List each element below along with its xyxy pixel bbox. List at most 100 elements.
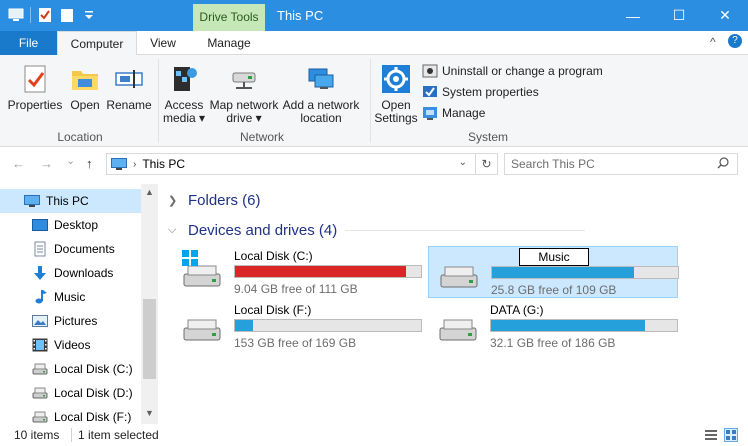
drive-free-space: 32.1 GB free of 186 GB <box>490 336 616 350</box>
maximize-button[interactable]: ☐ <box>656 0 702 31</box>
properties-quick-icon[interactable] <box>37 7 53 23</box>
windows-drive-icon <box>182 250 222 290</box>
devices-group-header[interactable]: ⌵ Devices and drives (4) <box>168 222 586 239</box>
nav-item-label: Desktop <box>54 218 99 232</box>
chevron-right-icon[interactable]: ❯ <box>168 194 182 207</box>
scroll-down-icon[interactable]: ▼ <box>141 405 158 422</box>
drive-tile[interactable]: Music 25.8 GB free of 109 GB <box>428 246 679 298</box>
title-bar: Drive Tools This PC — ☐ ✕ <box>0 0 748 31</box>
tab-manage[interactable]: Manage <box>193 31 265 55</box>
computer-icon[interactable] <box>8 7 24 23</box>
nav-item-label: Local Disk (D:) <box>54 386 133 400</box>
drive-free-space: 25.8 GB free of 109 GB <box>491 283 617 297</box>
collapse-ribbon-button[interactable]: ^ <box>710 35 716 49</box>
open-label: Open <box>70 98 100 112</box>
folders-group-header[interactable]: ❯ Folders (6) <box>168 192 261 209</box>
access-media-icon <box>168 63 200 95</box>
new-folder-quick-icon[interactable] <box>59 7 75 23</box>
scroll-up-icon[interactable]: ▲ <box>141 184 158 201</box>
network-drive-icon <box>228 63 260 95</box>
address-bar[interactable]: › This PC ⌄ ↻ <box>106 153 498 175</box>
forward-button[interactable]: → <box>40 156 53 171</box>
refresh-button[interactable]: ↻ <box>475 154 497 174</box>
drive-tile[interactable]: Local Disk (F:) 153 GB free of 169 GB <box>172 300 422 352</box>
nav-item-label: Pictures <box>54 314 98 328</box>
devices-header-label: Devices and drives (4) <box>188 222 338 239</box>
open-settings-label-line2: Settings <box>374 111 418 125</box>
chevron-down-icon[interactable]: ⌵ <box>168 224 182 237</box>
rename-input[interactable]: Music <box>519 248 589 266</box>
add-network-location-button[interactable]: Add a network location <box>282 63 360 125</box>
drive-usage-fill <box>235 266 406 277</box>
recent-locations-button[interactable]: ⌄ <box>66 154 75 167</box>
nav-item-videos[interactable]: Videos <box>0 333 141 357</box>
nav-item-label: Downloads <box>54 266 114 280</box>
help-button[interactable]: ? <box>728 34 742 48</box>
nav-item-label: Music <box>54 290 86 304</box>
breadcrumb-chevron-icon[interactable]: › <box>133 159 136 170</box>
nav-item-label: This PC <box>46 194 89 208</box>
system-group-label: System <box>467 130 508 144</box>
breadcrumb-this-pc[interactable]: This PC <box>142 157 185 171</box>
nav-item-local-disk-d[interactable]: Local Disk (D:) <box>0 381 141 405</box>
map-network-drive-button[interactable]: Map network drive ▾ <box>207 63 281 125</box>
quick-access-toolbar <box>8 7 97 23</box>
system-properties-button[interactable]: System properties <box>422 84 539 100</box>
pc-icon <box>111 158 127 170</box>
nav-item-music[interactable]: Music <box>0 285 141 309</box>
hard-drive-icon <box>439 261 479 291</box>
customize-dropdown-icon[interactable] <box>81 7 97 23</box>
details-view-icon[interactable] <box>704 428 718 442</box>
ribbon: Properties Open Rename Location Access m… <box>0 55 748 147</box>
drive-name: Local Disk (C:) <box>234 249 313 263</box>
large-icons-view-icon[interactable] <box>724 428 738 442</box>
drive-tile[interactable]: Local Disk (C:) 9.04 GB free of 111 GB <box>172 246 422 298</box>
nav-item-local-disk-c[interactable]: Local Disk (C:) <box>0 357 141 381</box>
documents-icon <box>32 241 48 257</box>
search-input[interactable] <box>511 154 711 174</box>
drive-name: Local Disk (F:) <box>234 303 312 317</box>
rename-button[interactable]: Rename <box>106 63 152 112</box>
tab-view[interactable]: View <box>140 31 186 55</box>
access-media-button[interactable]: Access media ▾ <box>162 63 206 125</box>
nav-item-this-pc[interactable]: This PC <box>0 189 141 213</box>
open-folder-icon <box>69 63 101 95</box>
navigation-pane: This PC Desktop Documents Downloads Music Pic… <box>0 184 158 424</box>
nav-item-label: Local Disk (C:) <box>54 362 133 376</box>
uninstall-icon <box>422 63 438 79</box>
nav-item-desktop[interactable]: Desktop <box>0 213 141 237</box>
nav-item-documents[interactable]: Documents <box>0 237 141 261</box>
address-dropdown-icon[interactable]: ⌄ <box>459 157 467 168</box>
nav-item-pictures[interactable]: Pictures <box>0 309 141 333</box>
desktop-icon <box>32 217 48 233</box>
minimize-button[interactable]: — <box>610 0 656 31</box>
toolbar-divider <box>30 7 31 23</box>
contextual-tab-drive-tools: Drive Tools <box>193 4 265 31</box>
pictures-icon <box>32 313 48 329</box>
open-button[interactable]: Open <box>66 63 104 112</box>
open-settings-button[interactable]: Open Settings <box>374 63 418 125</box>
search-icon[interactable] <box>717 157 729 169</box>
add-location-label-line2: location <box>300 111 342 125</box>
nav-item-label: Local Disk (F:) <box>54 410 132 424</box>
back-button[interactable]: ← <box>12 156 25 171</box>
tab-file[interactable]: File <box>0 31 57 55</box>
network-group-label: Network <box>239 130 284 144</box>
nav-item-downloads[interactable]: Downloads <box>0 261 141 285</box>
manage-icon <box>422 105 438 121</box>
system-properties-icon <box>422 84 438 100</box>
drive-usage-bar <box>234 265 422 278</box>
drive-usage-fill <box>235 320 253 331</box>
uninstall-program-button[interactable]: Uninstall or change a program <box>422 63 603 79</box>
search-box[interactable] <box>504 153 738 175</box>
drive-tile[interactable]: DATA (G:) 32.1 GB free of 186 GB <box>428 300 678 352</box>
tab-computer[interactable]: Computer <box>57 31 137 56</box>
manage-button[interactable]: Manage <box>422 105 485 121</box>
scroll-thumb[interactable] <box>143 299 156 379</box>
properties-button[interactable]: Properties <box>6 63 64 112</box>
address-toolbar: ← → ⌄ ↑ › This PC ⌄ ↻ <box>0 148 748 180</box>
navigation-scrollbar[interactable]: ▲ ▼ <box>141 184 158 424</box>
close-button[interactable]: ✕ <box>702 0 748 31</box>
up-button[interactable]: ↑ <box>86 156 93 171</box>
pc-icon <box>24 193 40 209</box>
